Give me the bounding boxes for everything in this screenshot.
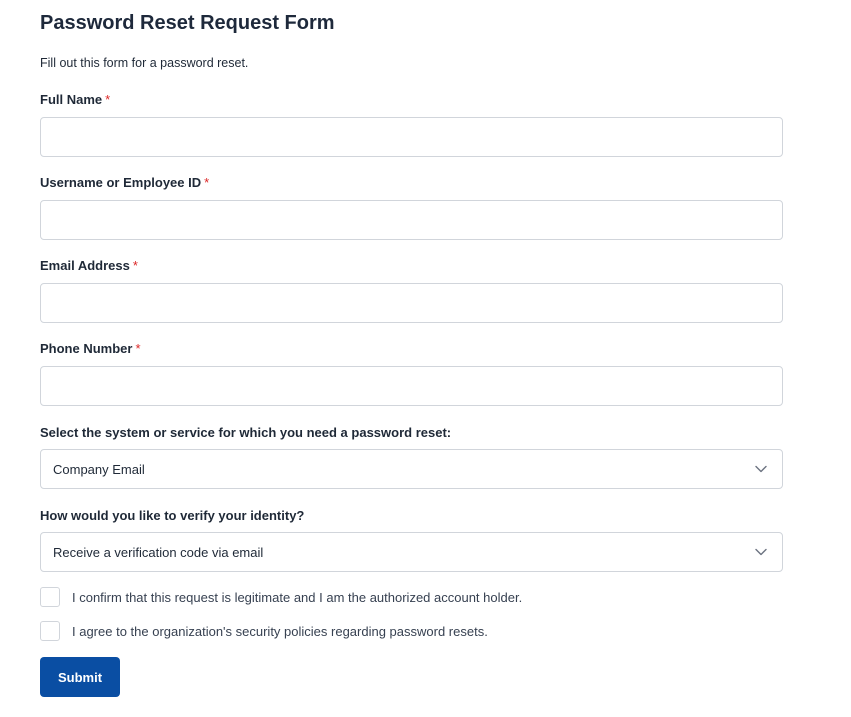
- full-name-label-text: Full Name: [40, 92, 103, 107]
- verification-method-value: Receive a verification code via email: [53, 544, 264, 560]
- email-label: Email Address *: [40, 258, 138, 273]
- system-select[interactable]: Company Email: [40, 449, 783, 489]
- full-name-input[interactable]: [40, 117, 783, 157]
- submit-button[interactable]: Submit: [40, 657, 120, 697]
- agree-checkbox[interactable]: [40, 621, 60, 641]
- required-marker: *: [132, 258, 138, 273]
- form-description: Fill out this form for a password reset.: [40, 56, 249, 70]
- required-marker: *: [105, 92, 111, 107]
- phone-label: Phone Number *: [40, 341, 141, 356]
- confirm-checkbox-label[interactable]: I confirm that this request is legitimat…: [72, 590, 522, 605]
- username-input[interactable]: [40, 200, 783, 240]
- agree-checkbox-label[interactable]: I agree to the organization's security p…: [72, 624, 488, 639]
- required-marker: *: [204, 175, 210, 190]
- agree-checkbox-row[interactable]: I agree to the organization's security p…: [40, 621, 488, 641]
- phone-label-text: Phone Number: [40, 341, 133, 356]
- chevron-down-icon: [754, 545, 768, 559]
- phone-input[interactable]: [40, 366, 783, 406]
- page-title: Password Reset Request Form: [40, 12, 335, 34]
- full-name-label: Full Name *: [40, 92, 110, 107]
- confirm-checkbox-row[interactable]: I confirm that this request is legitimat…: [40, 587, 522, 607]
- username-label: Username or Employee ID *: [40, 175, 209, 190]
- email-label-text: Email Address: [40, 258, 130, 273]
- username-label-text: Username or Employee ID: [40, 175, 202, 190]
- system-select-label: Select the system or service for which y…: [40, 425, 452, 440]
- required-marker: *: [135, 341, 141, 356]
- system-select-value: Company Email: [53, 461, 145, 477]
- confirm-checkbox[interactable]: [40, 587, 60, 607]
- verification-method-select[interactable]: Receive a verification code via email: [40, 532, 783, 572]
- verify-select-label: How would you like to verify your identi…: [40, 508, 305, 523]
- chevron-down-icon: [754, 462, 768, 476]
- email-input[interactable]: [40, 283, 783, 323]
